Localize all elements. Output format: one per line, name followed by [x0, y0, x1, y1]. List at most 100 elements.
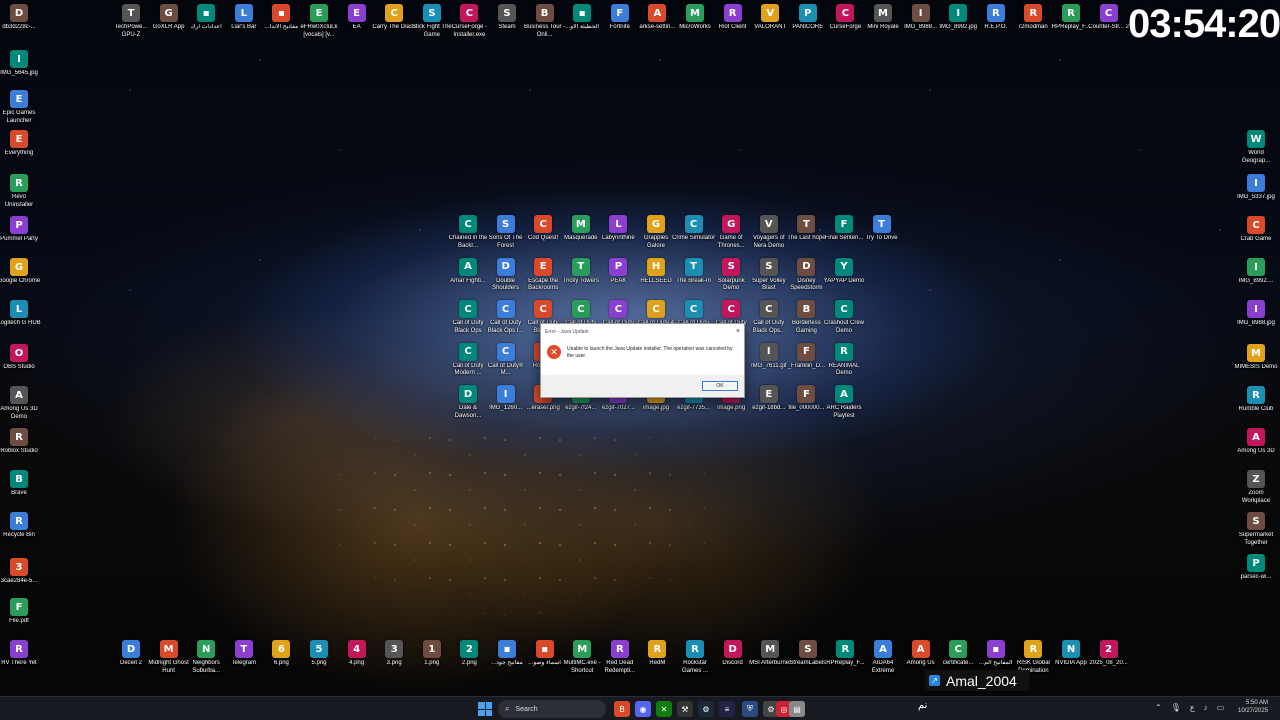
desktop-icon[interactable]: F _Franklin_D... [786, 342, 826, 371]
desktop-icon[interactable]: R RPReplay_F... [825, 640, 865, 668]
desktop-icon[interactable]: I IMG_8992.... [1236, 258, 1276, 286]
desktop-icon[interactable]: T Tricky Towers [561, 257, 601, 286]
ok-button[interactable]: OK [702, 381, 738, 391]
desktop-icon[interactable]: 2 2025_08_20... [1089, 640, 1129, 668]
desktop-icon[interactable]: T Try To Drive [862, 215, 902, 243]
desktop-icon[interactable]: 1 1.png [412, 640, 452, 668]
desktop-icon[interactable]: I IMG_8988... [901, 4, 941, 32]
desktop-icon[interactable]: Z Zoom Workplace [1236, 470, 1276, 505]
desktop-icon[interactable]: H HELLSEED [636, 257, 676, 286]
desktop-icon[interactable]: R Rumble Club [1236, 386, 1276, 414]
desktop-icon[interactable]: A Amar Fighti... [448, 257, 488, 286]
desktop-icon[interactable]: EeFRw0XcluLk [vocals] [v... [299, 4, 339, 39]
desktop-icon[interactable]: I IMG_5337.jpg [1236, 174, 1276, 202]
xbox-taskbar-icon[interactable]: ✕ [656, 701, 672, 717]
desktop-icon[interactable]: ▪ ...المفاتيح الم [976, 640, 1016, 668]
desktop-icon[interactable]: S Sons Of The Forest [486, 215, 526, 250]
desktop-icon[interactable]: ▪ ...الخطيئة الاو [562, 4, 602, 32]
desktop-icon[interactable]: M Mini Royale [863, 4, 903, 32]
desktop-icon[interactable]: Ccertificate... [938, 640, 978, 668]
desktop-icon[interactable]: D Deceit 2 [111, 640, 151, 668]
desktop-icon[interactable]: C Chained in the Backr... [448, 215, 488, 250]
desktop-icon[interactable]: E Epic Games Launcher [0, 90, 39, 125]
desktop-icon[interactable]: N NVIDIA App [1051, 640, 1091, 668]
desktop-icon[interactable]: R Revo Uninstaller [0, 174, 39, 209]
desktop-icon[interactable]: C Call of Duty Modern ... [448, 342, 488, 378]
desktop-icon[interactable]: S Steam [487, 4, 527, 32]
desktop-icon[interactable]: ▪ ...اسماء وصو [525, 640, 565, 668]
desktop-icon[interactable]: F File.pdf [0, 598, 39, 626]
desktop-icon[interactable]: C CurseForge - Installer.exe [449, 4, 489, 39]
battery-icon[interactable]: ▭ [1217, 703, 1225, 712]
desktop-icon[interactable]: D Disney Speedstorm [786, 257, 826, 293]
desktop-icon[interactable]: E Escape the Backrooms [523, 257, 563, 293]
desktop-icon[interactable]: L Logitech G HUB [0, 300, 41, 328]
desktop-icon[interactable]: F Fortnite [600, 4, 640, 32]
desktop-icon[interactable]: P Pummel Party [0, 216, 39, 244]
desktop-icon[interactable]: S Solarpunk Demo [711, 257, 751, 293]
desktop-icon[interactable]: O OBS Studio [0, 344, 39, 372]
desktop-icon[interactable]: Ffile_000000... [786, 385, 826, 413]
desktop-icon[interactable]: C Call of Duty Black Ops [448, 300, 488, 335]
desktop-icon[interactable]: L Liar's Bar [224, 4, 264, 32]
desktop-icon[interactable]: R Roblox Studio [0, 428, 39, 456]
desktop-icon[interactable]: I IMG_1260... [486, 385, 526, 413]
desktop-icon[interactable]: I IMG_7611.gif [749, 342, 789, 371]
desktop-icon[interactable]: F Final Senten... [824, 215, 864, 243]
shield-taskbar-icon[interactable]: ⛨ [742, 701, 758, 717]
desktop-icon[interactable]: E Everything [0, 130, 39, 158]
desktop-icon[interactable]: R Riot Client [713, 4, 753, 32]
desktop-icon[interactable]: R Rockstar Games ... [675, 640, 715, 675]
desktop-icon[interactable]: M Masquerade [561, 215, 601, 243]
desktop-icon[interactable]: G Grapples Galore [636, 215, 676, 250]
desktop-icon[interactable]: G GoXLR App [149, 4, 189, 32]
desktop-icon[interactable]: A Among Us 3D Demo [0, 386, 39, 421]
desktop-icon[interactable]: P PANICORE [788, 4, 828, 32]
desktop-icon[interactable]: T TechPowe... GPU-Z [111, 4, 151, 39]
desktop-icon[interactable]: T The Break-In [674, 257, 714, 286]
desktop-icon[interactable]: S Super Volley Blast [749, 257, 789, 293]
desktop-icon[interactable]: C Crime Simulator [672, 215, 715, 243]
desktop-icon[interactable]: D Dale & Dawson... [448, 385, 488, 420]
desktop-icon[interactable]: I IMG_8988.jpg [1236, 300, 1276, 328]
desktop-icon[interactable]: I IMG_5645.jpg [0, 50, 39, 78]
desktop-icon[interactable]: A ARC Raiders Playtest [824, 385, 864, 420]
volume-icon[interactable]: ♪ [1204, 703, 1208, 712]
desktop-icon[interactable]: C Counter-Str... 2 [1088, 4, 1129, 32]
desktop-icon[interactable]: 3 3cae284e-5... [0, 558, 39, 586]
desktop-icon[interactable]: C Crashout Crew Demo [824, 300, 864, 335]
desktop-icon[interactable]: Y YAPYAP Demo [824, 257, 864, 286]
desktop-icon[interactable]: T Telegram [224, 640, 264, 668]
desktop-icon[interactable]: M MSI Afterburner [749, 640, 791, 668]
curseforge-taskbar-icon[interactable]: ⚒ [677, 701, 693, 717]
desktop-icon[interactable]: R Red Dead Redempti... [600, 640, 640, 675]
chevron-up-icon[interactable]: ⌃ [1155, 703, 1162, 712]
desktop-icon[interactable]: R RedM [637, 640, 677, 668]
desktop-icon[interactable]: S Stick Fight The Game [412, 4, 452, 39]
desktop-icon[interactable]: Aarkse-settin... [637, 4, 677, 32]
desktop-icon[interactable]: 6 6.png [261, 640, 301, 668]
desktop-icon[interactable]: W World Geograp... [1236, 130, 1276, 165]
dialog-titlebar[interactable]: Error - Java Update × [541, 324, 744, 339]
desktop-icon[interactable]: P PEAK [598, 257, 638, 286]
desktop-icon[interactable]: T The Last hope [786, 215, 826, 243]
desktop-icon[interactable]: Ddb3d228c-... [0, 4, 39, 32]
desktop-icon[interactable]: Pparsec-wi... [1236, 554, 1276, 582]
desktop-icon[interactable]: G Google Chrome [0, 258, 40, 286]
desktop-icon[interactable]: M MIMESIS Demo [1234, 344, 1278, 372]
desktop-icon[interactable]: B Brave [0, 470, 39, 498]
desktop-icon[interactable]: 2 2.png [449, 640, 489, 668]
desktop-icon[interactable]: Rr2modman [1013, 4, 1053, 32]
dialog-close-button[interactable]: × [736, 328, 740, 335]
desktop-icon[interactable]: V Voyagers of Nera Demo [749, 215, 789, 250]
desktop-icon[interactable]: L Labyrinthine [598, 215, 638, 243]
desktop-icon[interactable]: B Business Tour - Onli... [524, 4, 565, 39]
taskbar-datetime[interactable]: 5:50 AM 10/27/2025 [1238, 699, 1268, 715]
desktop-icon[interactable]: 4 4.png [337, 640, 377, 668]
desktop-icon[interactable]: A Among Us [901, 640, 941, 668]
desktop-icon[interactable]: 5 5.png [299, 640, 339, 668]
desktop-icon[interactable]: R REANIMAL Demo [824, 342, 864, 378]
desktop-icon[interactable]: S Supermarket Together [1236, 512, 1276, 547]
desktop-icon[interactable]: A AIDA64 Extreme [863, 640, 903, 675]
desktop-icon[interactable]: S StreamLabels [788, 640, 828, 668]
